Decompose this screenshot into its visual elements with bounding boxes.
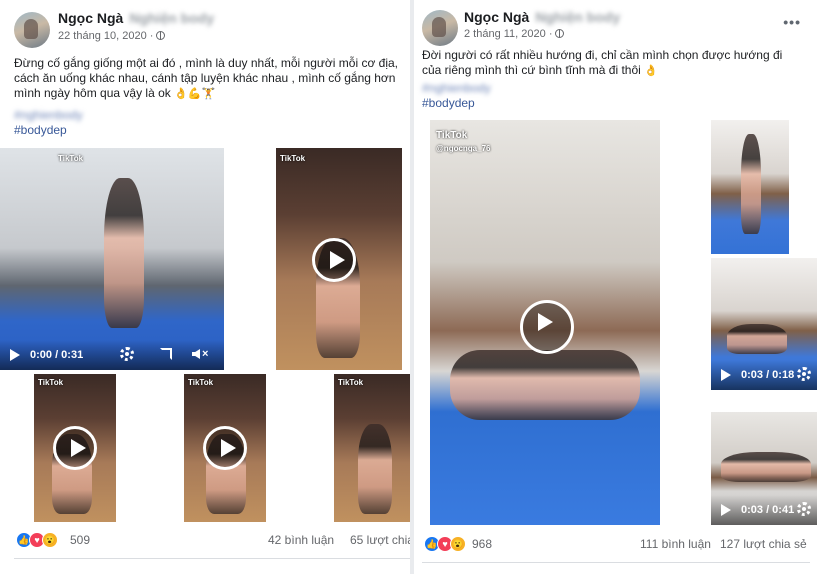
video-frame-person bbox=[741, 134, 761, 234]
tiktok-watermark: TikTok bbox=[38, 378, 64, 387]
play-icon[interactable] bbox=[312, 238, 356, 282]
play-icon[interactable] bbox=[10, 349, 20, 361]
wow-reaction-icon: 😮 bbox=[42, 532, 58, 548]
wow-reaction-icon: 😮 bbox=[450, 536, 466, 552]
video-main[interactable]: TikTok @ngocnga_76 bbox=[430, 120, 660, 525]
tiktok-watermark: TikTok bbox=[58, 154, 84, 163]
blurred-group-name[interactable]: Nghiện body bbox=[535, 9, 620, 25]
screenshot-stage: Ngọc Ngà Nghiện body 22 tháng 10, 2020 · … bbox=[0, 0, 817, 574]
mute-icon[interactable] bbox=[192, 349, 200, 359]
tiktok-watermark: TikTok bbox=[188, 378, 214, 387]
reaction-icons[interactable]: 👍 ♥ 😮 bbox=[16, 532, 64, 548]
author-avatar[interactable] bbox=[14, 12, 50, 48]
hashtag-bodydep[interactable]: #bodydep bbox=[14, 123, 67, 137]
caption-emoji: 👌💪🏋 bbox=[174, 88, 216, 100]
globe-icon bbox=[156, 31, 166, 40]
video-side-2[interactable]: 0:03 / 0:18 bbox=[711, 258, 817, 390]
divider bbox=[422, 562, 810, 563]
author-name-text[interactable]: Ngọc Ngà bbox=[58, 10, 123, 26]
play-icon[interactable] bbox=[203, 426, 247, 470]
reaction-count[interactable]: 968 bbox=[472, 537, 492, 551]
post-date[interactable]: 22 tháng 10, 2020 · bbox=[58, 30, 166, 42]
post-caption: Đời người có rất nhiều hướng đi, chỉ cần… bbox=[422, 48, 802, 79]
comment-count[interactable]: 42 bình luận bbox=[268, 533, 334, 547]
reaction-icons[interactable]: 👍 ♥ 😮 bbox=[424, 536, 472, 552]
tiktok-watermark: TikTok bbox=[338, 378, 364, 387]
caption-text: Đời người có rất nhiều hướng đi, chỉ cần… bbox=[422, 48, 783, 77]
divider bbox=[14, 558, 410, 559]
post-date-text[interactable]: 22 tháng 10, 2020 · bbox=[58, 30, 153, 42]
video-thumb-4[interactable]: TikTok bbox=[334, 374, 410, 522]
comment-count[interactable]: 111 bình luận bbox=[640, 537, 711, 551]
author-name[interactable]: Ngọc Ngà Nghiện body bbox=[58, 10, 214, 26]
share-count[interactable]: 65 lượt chia sẻ bbox=[350, 533, 410, 547]
video-controls: 0:00 / 0:31 × bbox=[0, 340, 224, 370]
author-name-text[interactable]: Ngọc Ngà bbox=[464, 9, 529, 25]
video-time: 0:00 / 0:31 bbox=[30, 349, 84, 361]
post-caption: Đừng cố gắng giống một ai đó , mình là d… bbox=[14, 56, 410, 102]
play-icon[interactable] bbox=[721, 369, 731, 381]
tiktok-handle: @ngocnga_76 bbox=[436, 144, 491, 153]
gear-icon[interactable] bbox=[797, 367, 811, 381]
tiktok-watermark: TikTok bbox=[436, 130, 468, 141]
blurred-group-name[interactable]: Nghiện body bbox=[129, 10, 214, 26]
play-icon[interactable] bbox=[721, 504, 731, 516]
hashtag-blurred[interactable]: #nghienbody bbox=[14, 108, 83, 122]
video-frame-person bbox=[358, 424, 392, 514]
gear-icon[interactable] bbox=[797, 502, 811, 516]
video-frame-person bbox=[721, 452, 811, 482]
share-count[interactable]: 127 lượt chia sẻ bbox=[720, 537, 807, 551]
gear-icon[interactable] bbox=[120, 347, 134, 361]
facebook-post-1: Ngọc Ngà Nghiện body 22 tháng 10, 2020 · … bbox=[0, 0, 410, 574]
video-time: 0:03 / 0:18 bbox=[741, 369, 795, 381]
post-date[interactable]: 2 tháng 11, 2020 · bbox=[464, 28, 565, 40]
facebook-post-2: Ngọc Ngà Nghiện body 2 tháng 11, 2020 · •… bbox=[414, 0, 817, 574]
reaction-count[interactable]: 509 bbox=[70, 533, 90, 547]
post-date-text[interactable]: 2 tháng 11, 2020 · bbox=[464, 28, 552, 40]
video-controls: 0:03 / 0:18 bbox=[711, 360, 817, 390]
more-dots-icon[interactable]: ••• bbox=[783, 14, 801, 30]
video-thumb-2[interactable]: TikTok bbox=[34, 374, 116, 522]
play-icon[interactable] bbox=[520, 300, 574, 354]
hashtag-blurred[interactable]: #nghienbody bbox=[422, 81, 491, 95]
mute-x-icon: × bbox=[202, 348, 209, 360]
video-side-1[interactable] bbox=[711, 120, 789, 254]
video-thumb-1[interactable]: TikTok bbox=[276, 148, 402, 370]
expand-icon[interactable] bbox=[160, 348, 172, 360]
video-player-main[interactable]: TikTok 0:00 / 0:31 × bbox=[0, 148, 224, 370]
video-frame-person bbox=[727, 324, 787, 354]
author-avatar[interactable] bbox=[422, 10, 458, 46]
author-name[interactable]: Ngọc Ngà Nghiện body bbox=[464, 9, 620, 25]
globe-icon bbox=[555, 29, 565, 38]
video-thumb-3[interactable]: TikTok bbox=[184, 374, 266, 522]
video-frame-person bbox=[450, 350, 640, 420]
play-icon[interactable] bbox=[53, 426, 97, 470]
video-controls: 0:03 / 0:41 bbox=[711, 495, 817, 525]
video-frame-person bbox=[104, 178, 144, 328]
video-side-3[interactable]: 0:03 / 0:41 bbox=[711, 412, 817, 525]
tiktok-watermark: TikTok bbox=[280, 154, 306, 163]
video-time: 0:03 / 0:41 bbox=[741, 504, 795, 516]
caption-emoji: 👌 bbox=[644, 65, 658, 77]
hashtag-bodydep[interactable]: #bodydep bbox=[422, 96, 475, 110]
